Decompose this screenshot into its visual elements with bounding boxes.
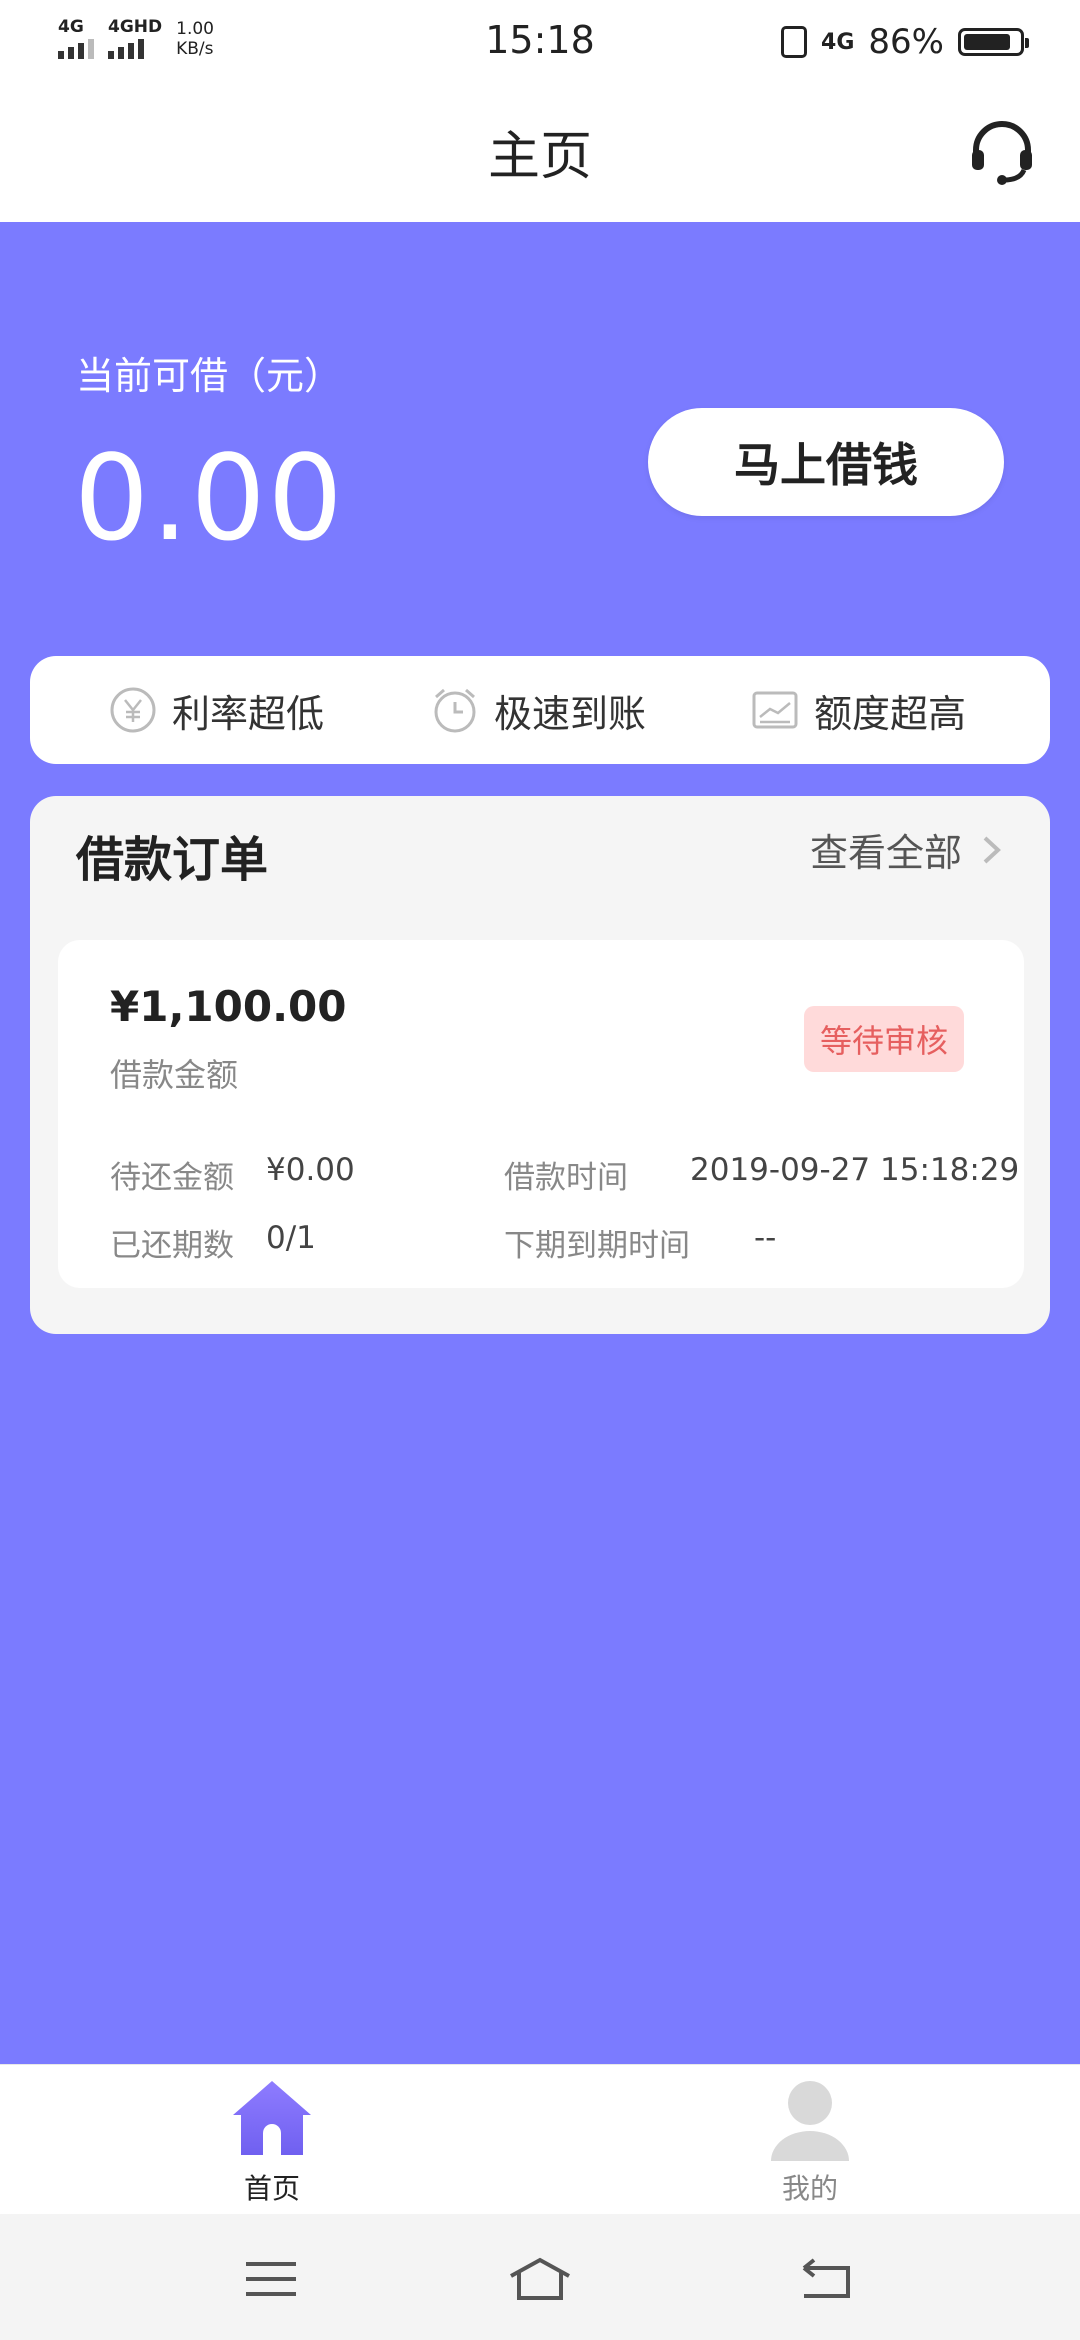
home-nav-icon[interactable] (505, 2254, 575, 2304)
status-badge: 等待审核 (804, 1006, 965, 1072)
feature-low-rate: 利率超低 (108, 656, 324, 764)
next-due-label: 下期到期时间 (504, 1228, 690, 1264)
vibrate-icon (781, 26, 808, 58)
bottom-tab-bar: 首页 我的 (0, 2064, 1080, 2215)
paid-periods-label: 已还期数 (110, 1228, 234, 1264)
title-bar: 主页 (0, 84, 1080, 222)
available-credit-label: 当前可借（元） (76, 354, 343, 398)
borrow-now-button[interactable]: 马上借钱 (648, 408, 1004, 516)
due-amount-label: 待还金额 (110, 1160, 234, 1196)
feature-high-limit: 额度超高 (750, 656, 966, 764)
home-icon (233, 2081, 311, 2155)
feature-label: 额度超高 (814, 691, 967, 736)
orders-title: 借款订单 (76, 832, 269, 888)
tab-home-label: 首页 (243, 2172, 300, 2205)
loan-time-value: 2019-09-27 15:18:29 (690, 1152, 1020, 1188)
menu-icon[interactable] (236, 2254, 306, 2304)
features-card: 利率超低 极速到账 额度超高 (30, 656, 1050, 764)
back-icon[interactable] (790, 2254, 860, 2304)
tab-home[interactable]: 首页 (162, 2065, 382, 2215)
alarm-clock-icon (434, 688, 476, 733)
status-right: 4G 86% (781, 22, 1029, 62)
feature-label: 利率超低 (172, 691, 325, 736)
page-title: 主页 (487, 127, 592, 187)
paid-periods-value: 0/1 (266, 1220, 316, 1256)
trend-chart-icon (752, 691, 798, 729)
loan-amount-label: 借款金额 (110, 1056, 239, 1094)
tab-mine-label: 我的 (781, 2172, 838, 2205)
feature-label: 极速到账 (494, 691, 647, 736)
feature-fast-transfer: 极速到账 (430, 656, 646, 764)
yuan-circle-icon (110, 687, 156, 733)
battery-icon (958, 28, 1029, 56)
due-amount-value: ¥0.00 (266, 1152, 355, 1188)
available-credit-amount: 0.00 (74, 429, 345, 567)
user-icon (771, 2081, 849, 2161)
next-due-value: -- (754, 1220, 777, 1256)
chevron-right-icon[interactable] (978, 832, 1006, 868)
loan-amount: ¥1,100.00 (110, 982, 347, 1031)
battery-percent: 86% (868, 22, 944, 62)
loan-time-label: 借款时间 (504, 1160, 628, 1196)
order-item[interactable]: ¥1,100.00 借款金额 等待审核 待还金额 ¥0.00 借款时间 2019… (58, 940, 1024, 1288)
system-nav-bar (0, 2214, 1080, 2340)
view-all-link[interactable]: 查看全部 (810, 822, 962, 877)
headset-icon[interactable] (966, 116, 1038, 188)
network-type: 4G (821, 29, 855, 55)
loan-orders-card: 借款订单 查看全部 ¥1,100.00 借款金额 等待审核 待还金额 ¥0.00… (30, 796, 1050, 1334)
tab-mine[interactable]: 我的 (700, 2065, 920, 2215)
status-bar: 4G 4GHD 1.00 KB/s 15:18 4G 86% (0, 0, 1080, 84)
